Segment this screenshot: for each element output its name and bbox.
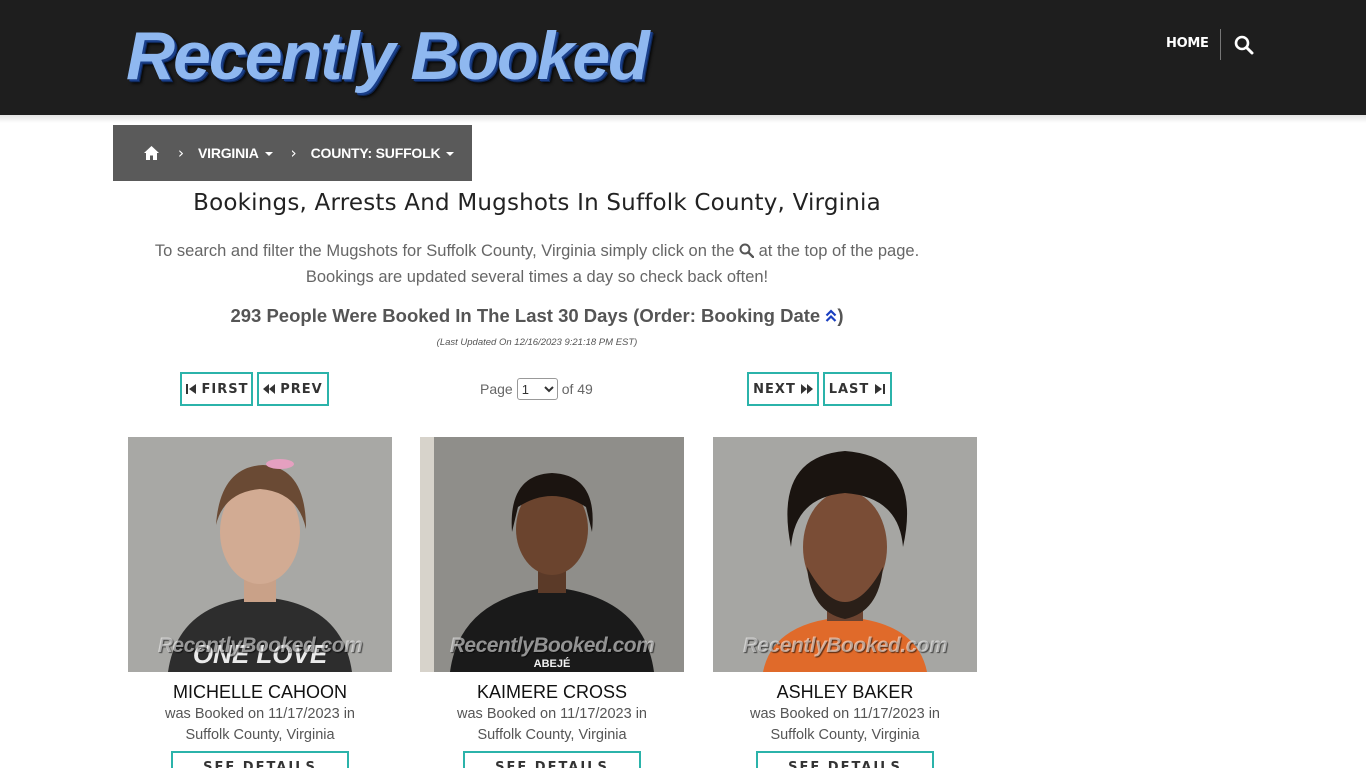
booking-card[interactable]: RecentlyBooked.com ASHLEY BAKER was Book… [713, 437, 977, 768]
page-total: of 49 [561, 381, 593, 397]
chevron-right-icon: › [178, 144, 184, 162]
inmate-name[interactable]: KAIMERE CROSS [420, 682, 684, 703]
last-page-icon [875, 384, 886, 394]
prev-page-label: PREV [280, 381, 323, 397]
breadcrumb-state[interactable]: VIRGINIA [198, 145, 273, 161]
see-details-button[interactable]: SEE DETAILS [463, 751, 641, 768]
intro-text: To search and filter the Mugshots for Su… [113, 238, 961, 290]
site-header: Recently Booked HOME [0, 0, 1366, 115]
booking-card[interactable]: ONE LOVE RecentlyBooked.com MICHELLE CAH… [128, 437, 392, 768]
intro-text-part2: at the top of the page. [758, 242, 920, 260]
breadcrumb-county-label: COUNTY: SUFFOLK [310, 145, 441, 161]
mugshot-photo[interactable]: ONE LOVE RecentlyBooked.com [128, 437, 392, 672]
home-icon[interactable] [143, 145, 160, 161]
prev-page-button[interactable]: PREV [257, 372, 329, 406]
page-title: Bookings, Arrests And Mugshots In Suffol… [193, 190, 881, 216]
inmate-name[interactable]: ASHLEY BAKER [713, 682, 977, 703]
last-updated: (Last Updated On 12/16/2023 9:21:18 PM E… [436, 337, 638, 348]
next-page-button[interactable]: NEXT [747, 372, 819, 406]
booking-count: 293 People Were Booked In The Last 30 Da… [113, 305, 961, 327]
breadcrumb: › VIRGINIA › COUNTY: SUFFOLK [113, 125, 472, 181]
booking-date-line: was Booked on 11/17/2023 in [165, 706, 355, 722]
breadcrumb-county[interactable]: COUNTY: SUFFOLK [311, 145, 455, 161]
search-icon[interactable] [1234, 35, 1254, 55]
booking-location-line: Suffolk County, Virginia [477, 727, 627, 743]
booking-count-close: ) [837, 305, 844, 326]
search-icon [739, 240, 755, 259]
intro-text-line2: Bookings are updated several times a day… [305, 268, 769, 286]
see-details-button[interactable]: SEE DETAILS [756, 751, 934, 768]
watermark: RecentlyBooked.com [449, 634, 655, 657]
booking-card[interactable]: ABEJÉ RecentlyBooked.com KAIMERE CROSS w… [420, 437, 684, 768]
mugshot-photo[interactable]: ABEJÉ RecentlyBooked.com [420, 437, 684, 672]
first-page-icon [185, 384, 196, 394]
last-page-label: LAST [828, 381, 870, 397]
see-details-button[interactable]: SEE DETAILS [171, 751, 349, 768]
booking-count-text: 293 People Were Booked In The Last 30 Da… [230, 305, 821, 326]
last-page-button[interactable]: LAST [823, 372, 892, 406]
booking-location-line: Suffolk County, Virginia [770, 727, 920, 743]
nav-divider [1220, 29, 1221, 60]
booking-location-line: Suffolk County, Virginia [185, 727, 335, 743]
shirt-print: ABEJÉ [533, 658, 571, 670]
sort-order-icon[interactable] [825, 307, 837, 323]
caret-down-icon [264, 152, 273, 157]
site-logo[interactable]: Recently Booked [126, 16, 650, 96]
rewind-icon [263, 384, 276, 394]
intro-text-part1: To search and filter the Mugshots for Su… [154, 242, 735, 260]
booking-date-line: was Booked on 11/17/2023 in [457, 706, 647, 722]
booking-date-line: was Booked on 11/17/2023 in [750, 706, 940, 722]
breadcrumb-state-label: VIRGINIA [198, 145, 259, 161]
watermark: RecentlyBooked.com [157, 634, 363, 657]
page-label: Page [480, 381, 513, 397]
page-select[interactable]: 1 [516, 378, 558, 400]
chevron-right-icon: › [290, 144, 297, 162]
mugshot-photo[interactable]: RecentlyBooked.com [713, 437, 977, 672]
watermark: RecentlyBooked.com [742, 634, 948, 657]
fast-forward-icon [800, 384, 813, 394]
nav-home-link[interactable]: HOME [1166, 36, 1209, 51]
first-page-button[interactable]: FIRST [180, 372, 253, 406]
page-selector: Page 1 of 49 [480, 377, 593, 401]
inmate-name[interactable]: MICHELLE CAHOON [128, 682, 392, 703]
first-page-label: FIRST [201, 381, 249, 397]
next-page-label: NEXT [753, 381, 796, 397]
header-shadow [0, 115, 1366, 123]
caret-down-icon [446, 152, 455, 157]
